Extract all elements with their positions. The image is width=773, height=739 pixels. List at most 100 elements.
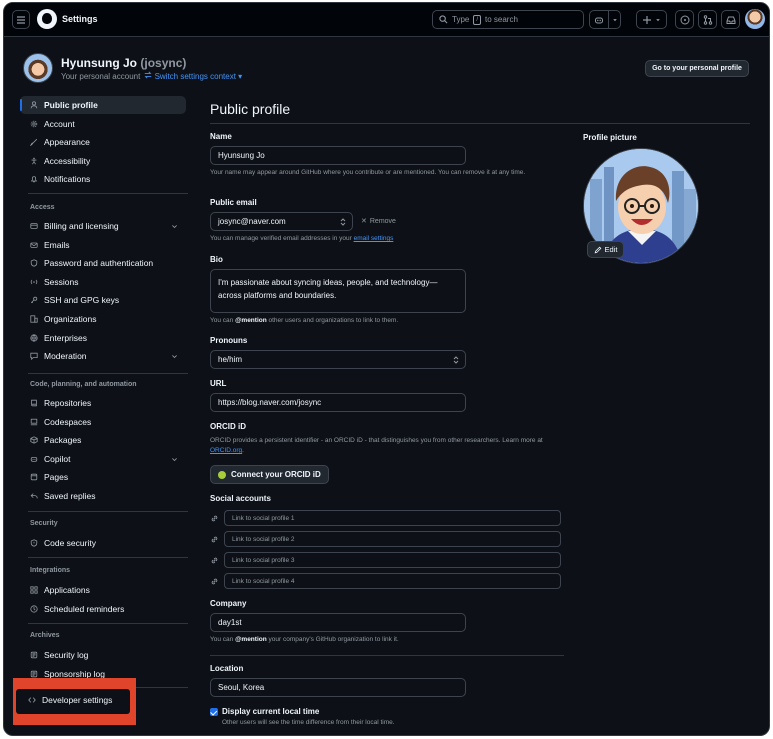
sidebar-item-account[interactable]: Account: [20, 115, 186, 133]
sidebar-item-label: Emails: [44, 239, 70, 250]
email-note: You can manage verified email addresses …: [210, 234, 393, 244]
sidebar-divider: [28, 511, 188, 512]
log-icon: [30, 670, 38, 678]
link-icon: [210, 556, 219, 565]
url-label: URL: [210, 379, 227, 388]
social-profile-input[interactable]: Link to social profile 1: [224, 510, 561, 526]
social-profile-input[interactable]: Link to social profile 3: [224, 552, 561, 568]
orcid-logo-icon: [218, 470, 226, 479]
github-logo-icon[interactable]: [37, 9, 57, 29]
social-profile-input[interactable]: Link to social profile 2: [224, 531, 561, 547]
local-time-note: Other users will see the time difference…: [222, 719, 395, 726]
sidebar-item-enterprises[interactable]: Enterprises: [20, 329, 186, 347]
display-local-time-checkbox[interactable]: [210, 708, 218, 716]
sidebar-item-label: Packages: [44, 435, 82, 446]
copilot-icon: [595, 17, 603, 23]
sidebar-item-saved-replies[interactable]: Saved replies: [20, 487, 186, 505]
paintbrush-icon: [30, 138, 38, 147]
sidebar-item-codespaces[interactable]: Codespaces: [20, 413, 186, 431]
orcid-link[interactable]: ORCID.org: [210, 447, 242, 454]
sidebar-item-ssh-and-gpg-keys[interactable]: SSH and GPG keys: [20, 291, 186, 309]
sidebar-item-moderation[interactable]: Moderation: [20, 347, 186, 365]
sidebar-item-notifications[interactable]: Notifications: [20, 170, 186, 188]
connect-orcid-label: Connect your ORCID iD: [231, 470, 321, 479]
sidebar-divider: [28, 193, 188, 194]
sidebar-divider: [28, 557, 188, 558]
company-field[interactable]: day1st: [210, 613, 466, 632]
clock-icon: [30, 604, 38, 613]
copilot-button[interactable]: [589, 10, 609, 29]
sidebar-item-label: Billing and licensing: [44, 221, 119, 231]
sidebar-item-accessibility[interactable]: Accessibility: [20, 152, 186, 170]
codespaces-icon: [30, 418, 38, 426]
sidebar-item-security-log[interactable]: Security log: [20, 646, 186, 664]
app-title: Settings: [62, 14, 98, 24]
location-field[interactable]: Seoul, Korea: [210, 678, 466, 697]
sidebar-item-copilot[interactable]: Copilot: [20, 450, 186, 468]
sidebar-section-heading: Security: [30, 520, 58, 527]
sidebar-item-pages[interactable]: Pages: [20, 468, 186, 486]
pull-requests-button[interactable]: [698, 10, 717, 29]
create-new-button[interactable]: [636, 10, 667, 29]
switch-context-link[interactable]: Switch settings context ▾: [144, 71, 242, 81]
name-field[interactable]: Hyunsung Jo: [210, 146, 466, 165]
display-name: Hyunsung Jo: [61, 56, 138, 70]
sidebar-item-password-and-authentication[interactable]: Password and authentication: [20, 254, 186, 272]
remove-label: Remove: [369, 217, 396, 225]
search-prefix: Type: [452, 15, 470, 24]
email-note-text: You can manage verified email addresses …: [210, 235, 352, 242]
connect-orcid-button[interactable]: Connect your ORCID iD: [210, 465, 329, 484]
x-icon: ✕: [361, 218, 367, 225]
search-shortcut-key: /: [473, 14, 482, 25]
sidebar-item-developer-settings[interactable]: Developer settings: [18, 691, 128, 709]
sidebar-item-repositories[interactable]: Repositories: [20, 394, 186, 412]
user-avatar-menu[interactable]: [745, 9, 765, 29]
url-field[interactable]: https://blog.naver.com/josync: [210, 393, 466, 412]
sidebar-item-public-profile[interactable]: Public profile: [20, 96, 186, 114]
go-to-profile-button[interactable]: Go to your personal profile: [645, 60, 749, 77]
sidebar-item-label: Pages: [44, 472, 69, 483]
link-icon: [210, 535, 219, 544]
inbox-button[interactable]: [721, 10, 740, 29]
sidebar-section-heading: Integrations: [30, 567, 71, 574]
hamburger-icon: [17, 15, 25, 24]
triangle-down-icon: [612, 18, 617, 21]
public-email-select[interactable]: josync@naver.com: [210, 212, 353, 231]
issues-button[interactable]: [675, 10, 694, 29]
search-icon: [439, 15, 448, 24]
sidebar-item-scheduled-reminders[interactable]: Scheduled reminders: [20, 600, 186, 618]
sidebar-item-appearance[interactable]: Appearance: [20, 133, 186, 151]
person-icon: [30, 101, 38, 109]
orcid-label: ORCID iD: [210, 422, 246, 431]
social-profile-input[interactable]: Link to social profile 4: [224, 573, 561, 589]
sidebar-item-organizations[interactable]: Organizations: [20, 310, 186, 328]
bio-note-prefix: You can: [210, 317, 234, 324]
sidebar-item-sessions[interactable]: Sessions: [20, 273, 186, 291]
search-input[interactable]: Type / to search: [432, 10, 584, 29]
pronouns-value: he/him: [218, 355, 243, 364]
menu-button[interactable]: [12, 10, 30, 29]
shield-lock-icon: [30, 259, 38, 267]
copilot-menu-button[interactable]: [608, 10, 621, 29]
sidebar-item-applications[interactable]: Applications: [20, 581, 186, 599]
pull-request-icon: [703, 14, 712, 25]
pronouns-label: Pronouns: [210, 336, 248, 345]
bio-textarea[interactable]: I'm passionate about syncing ideas, peop…: [210, 269, 466, 313]
sidebar-item-label: Scheduled reminders: [44, 603, 125, 614]
sidebar-item-code-security[interactable]: Code security: [20, 534, 186, 552]
email-settings-link[interactable]: email settings: [354, 235, 394, 242]
edit-picture-button[interactable]: Edit: [587, 241, 624, 258]
sidebar-item-emails[interactable]: Emails: [20, 236, 186, 254]
social-account-row: Link to social profile 3: [210, 552, 562, 568]
sidebar-item-label: Security log: [44, 650, 89, 660]
apps-icon: [30, 586, 38, 594]
issue-icon: [680, 15, 689, 24]
sidebar-section-heading: Archives: [30, 632, 60, 639]
remove-email-button[interactable]: ✕ Remove: [361, 217, 396, 226]
sidebar-item-billing-and-licensing[interactable]: Billing and licensing: [20, 217, 186, 235]
shield-icon: [30, 539, 38, 547]
pronouns-select[interactable]: he/him: [210, 350, 466, 369]
account-subtitle: Your personal account Switch settings co…: [61, 71, 242, 81]
key-icon: [30, 296, 38, 304]
sidebar-item-packages[interactable]: Packages: [20, 431, 186, 449]
